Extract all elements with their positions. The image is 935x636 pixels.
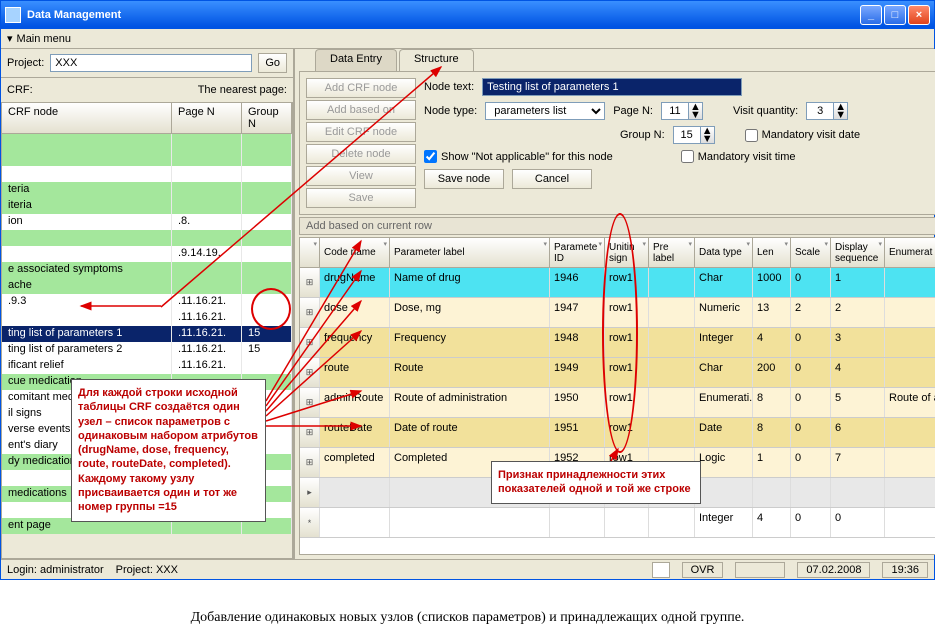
view-button[interactable]: View (306, 166, 416, 186)
status-ovr: OVR (682, 562, 724, 578)
col-crf-node[interactable]: CRF node (2, 103, 172, 133)
table-row[interactable]: ⊞frequencyFrequency1948row1Integer403 (300, 328, 935, 358)
project-input[interactable] (50, 54, 252, 72)
status-empty (735, 562, 785, 578)
add-based-row-bar[interactable]: Add based on current row (299, 217, 935, 235)
save-button[interactable]: Save (306, 188, 416, 208)
status-time: 19:36 (882, 562, 928, 578)
visit-qty-label: Visit quantity: (733, 105, 798, 117)
table-row[interactable]: ⊞drugNameName of drug1946row1Char100001 (300, 268, 935, 298)
table-row[interactable]: ion.8. (2, 214, 292, 230)
table-row[interactable]: ting list of parameters 1.11.16.21.15 (2, 326, 292, 342)
tab-structure[interactable]: Structure (399, 49, 474, 71)
main-menu[interactable]: ▾Main menu (7, 32, 71, 45)
table-row[interactable]: iteria (2, 198, 292, 214)
node-text-label: Node text: (424, 81, 474, 93)
table-row[interactable] (2, 166, 292, 182)
page-n-spinner[interactable]: ▲▼ (661, 102, 705, 120)
visit-qty-spinner[interactable]: ▲▼ (806, 102, 850, 120)
figure-caption: Добавление одинаковых новых узлов (списк… (0, 580, 935, 636)
parameter-grid: Code name Parameter label Paramete ID Un… (299, 237, 935, 555)
nearest-page-label: The nearest page: (198, 84, 287, 96)
window-title: Data Management (27, 9, 121, 21)
table-row[interactable] (2, 230, 292, 246)
title-bar: Data Management _ □ × (1, 1, 934, 29)
node-type-select[interactable]: parameters list (485, 102, 605, 120)
annotation-right: Признак принадлежности этих показателей … (491, 461, 701, 504)
edit-crf-node-button[interactable]: Edit CRF node (306, 122, 416, 142)
crf-grid-header: CRF node Page N Group N (1, 102, 293, 134)
group-n-label: Group N: (620, 129, 665, 141)
cancel-button[interactable]: Cancel (512, 169, 592, 189)
maximize-button[interactable]: □ (884, 5, 906, 25)
table-row[interactable]: ache (2, 278, 292, 294)
node-type-label: Node type: (424, 105, 477, 117)
col-expand[interactable] (300, 238, 320, 267)
menu-bar: ▾Main menu (1, 29, 934, 49)
delete-node-button[interactable]: Delete node (306, 144, 416, 164)
status-login: Login: administrator (7, 564, 104, 576)
main-menu-label: Main menu (17, 33, 71, 45)
app-icon (5, 7, 21, 23)
col-scale[interactable]: Scale (791, 238, 831, 267)
save-node-button[interactable]: Save node (424, 169, 504, 189)
table-row[interactable] (2, 134, 292, 150)
table-row[interactable]: .9.14.19. (2, 246, 292, 262)
col-page-n[interactable]: Page N (172, 103, 242, 133)
table-row[interactable]: e associated symptoms (2, 262, 292, 278)
table-row[interactable]: ⊞routeDateDate of route1951row1Date806 (300, 418, 935, 448)
col-length[interactable]: Len (753, 238, 791, 267)
close-button[interactable]: × (908, 5, 930, 25)
table-row[interactable]: ⊞adminRouteRoute of administration1950ro… (300, 388, 935, 418)
annotation-left: Для каждой строки исходной таблицы CRF с… (71, 379, 266, 522)
table-row[interactable]: * Integer400 (300, 508, 935, 538)
show-na-check[interactable]: Show "Not applicable" for this node (424, 150, 613, 163)
col-param-id[interactable]: Paramete ID (550, 238, 605, 267)
app-window: Data Management _ □ × ▾Main menu Project… (0, 0, 935, 580)
minimize-button[interactable]: _ (860, 5, 882, 25)
table-row[interactable]: ⊞doseDose, mg1947row1Numeric1322 (300, 298, 935, 328)
col-code-name[interactable]: Code name (320, 238, 390, 267)
group-n-spinner[interactable]: ▲▼ (673, 126, 717, 144)
table-row[interactable]: ⊞routeRoute1949row1Char20004 (300, 358, 935, 388)
col-data-type[interactable]: Data type (695, 238, 753, 267)
crf-label: CRF: (7, 84, 33, 96)
table-row[interactable]: .9.3.11.16.21. (2, 294, 292, 310)
add-crf-node-button[interactable]: Add CRF node (306, 78, 416, 98)
project-label: Project: (7, 57, 44, 69)
add-based-on-button[interactable]: Add based on (306, 100, 416, 120)
status-bar: Login: administrator Project: XXX OVR 07… (1, 559, 934, 579)
col-group-n[interactable]: Group N (242, 103, 292, 133)
param-grid-header: Code name Parameter label Paramete ID Un… (300, 238, 935, 268)
mandatory-date-check[interactable]: Mandatory visit date (745, 129, 860, 142)
status-project: Project: XXX (116, 564, 178, 576)
table-row[interactable]: teria (2, 182, 292, 198)
mandatory-time-check[interactable]: Mandatory visit time (681, 150, 796, 163)
status-date: 07.02.2008 (797, 562, 870, 578)
col-display-seq[interactable]: Display sequence (831, 238, 885, 267)
table-row[interactable]: ificant relief.11.16.21. (2, 358, 292, 374)
col-pre-label[interactable]: Pre label (649, 238, 695, 267)
col-param-label[interactable]: Parameter label (390, 238, 550, 267)
page-n-label: Page N: (613, 105, 653, 117)
col-enum-group[interactable]: Enumerat group (885, 238, 935, 267)
tab-data-entry[interactable]: Data Entry (315, 49, 397, 71)
go-button[interactable]: Go (258, 53, 287, 73)
node-text-input[interactable] (482, 78, 742, 96)
table-row[interactable]: ting list of parameters 2.11.16.21.15 (2, 342, 292, 358)
table-row[interactable]: .11.16.21. (2, 310, 292, 326)
col-unit-sign[interactable]: Unitin sign (605, 238, 649, 267)
table-row[interactable] (2, 150, 292, 166)
status-indicator (652, 562, 670, 578)
